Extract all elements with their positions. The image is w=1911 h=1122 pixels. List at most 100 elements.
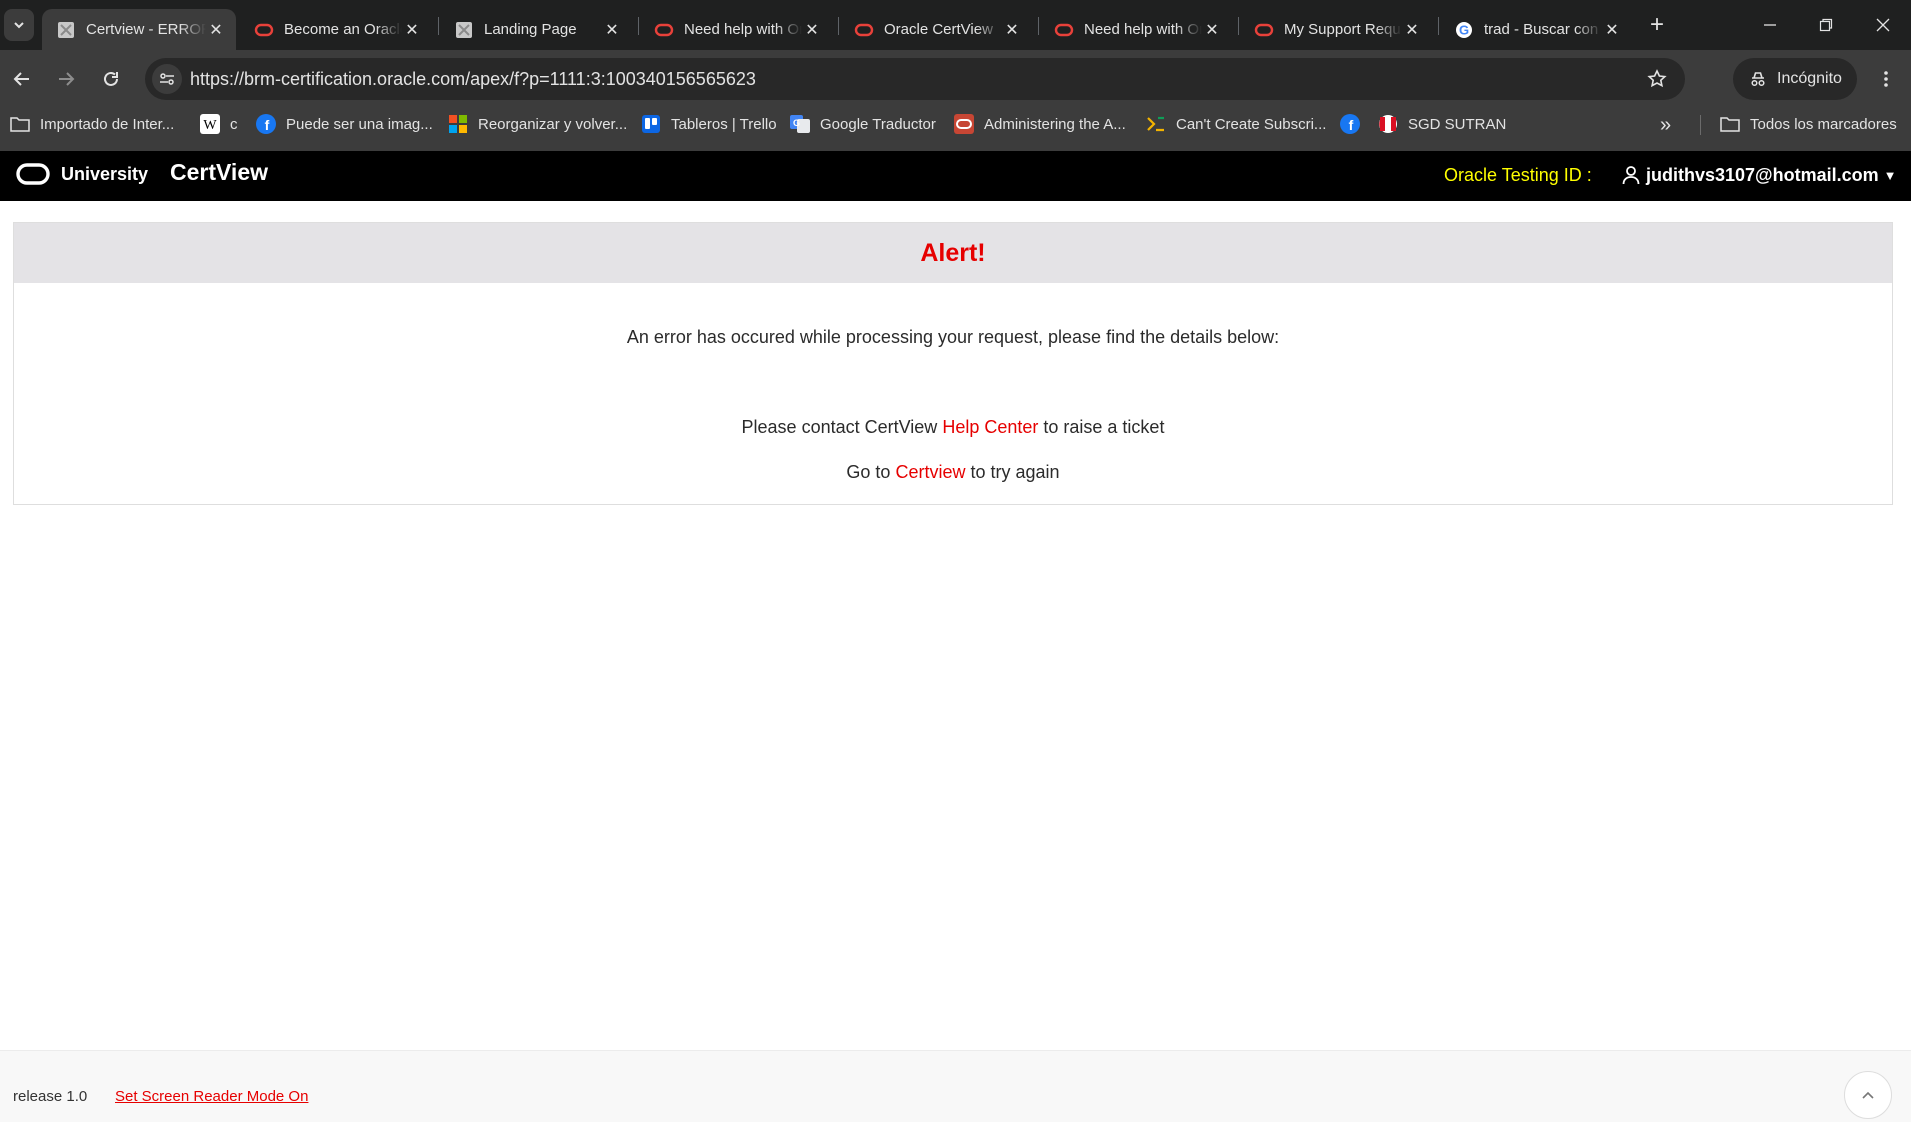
restore-button[interactable] [1798, 0, 1854, 50]
tab-need-help-1[interactable]: Need help with Oracle ✕ [640, 9, 832, 50]
all-bookmarks-folder[interactable]: Todos los marcadores [1720, 107, 1897, 141]
brand-name[interactable]: University [61, 164, 148, 185]
release-version: release 1.0 [13, 1088, 88, 1105]
incognito-icon [1751, 72, 1765, 87]
close-icon[interactable]: ✕ [402, 20, 422, 40]
contact-prefix: Please contact CertView [741, 417, 938, 437]
more-vertical-icon [1884, 71, 1888, 87]
oracle-icon [854, 20, 874, 40]
svg-text:f: f [265, 117, 270, 133]
page-footer: release 1.0 Set Screen Reader Mode On [0, 1050, 1911, 1122]
bookmark-google-traductor[interactable]: G Google Traductor [790, 107, 936, 141]
close-icon [1876, 18, 1890, 32]
site-settings-icon[interactable] [152, 64, 182, 94]
bookmark-label: Todos los marcadores [1750, 115, 1897, 133]
address-bar[interactable]: https://brm-certification.oracle.com/ape… [145, 58, 1685, 100]
svg-text:G: G [1459, 22, 1469, 37]
bookmark-label: Reorganizar y volver... [478, 115, 628, 133]
oracle-icon [254, 20, 274, 40]
bookmark-importado[interactable]: Importado de Inter... [10, 107, 174, 141]
window-close-button[interactable] [1855, 0, 1911, 50]
app-header: University CertView Oracle Testing ID : … [0, 151, 1911, 201]
close-icon[interactable]: ✕ [1202, 20, 1222, 40]
tab-separator [638, 17, 639, 35]
goto-line: Go to Certview to try again [14, 462, 1892, 483]
tab-oracle-certview[interactable]: Oracle CertView ✕ [840, 9, 1032, 50]
user-icon [1620, 164, 1642, 186]
bookmark-reorganizar[interactable]: Reorganizar y volver... [448, 107, 627, 141]
tab-title: Oracle CertView [884, 21, 993, 38]
facebook-icon: f [1340, 114, 1360, 134]
help-center-link[interactable]: Help Center [942, 417, 1038, 437]
tab-title: trad - Buscar con Google [1484, 21, 1602, 38]
svg-text:W: W [203, 118, 217, 133]
tab-support-requests[interactable]: My Support Requests ✕ [1240, 9, 1432, 50]
restore-icon [1819, 18, 1833, 32]
new-tab-button[interactable]: + [1644, 11, 1670, 38]
close-icon[interactable]: ✕ [1602, 20, 1622, 40]
app-title[interactable]: CertView [170, 159, 268, 186]
arrow-left-icon [13, 72, 29, 86]
bookmark-label: Puede ser una imag... [286, 115, 433, 133]
certview-link[interactable]: Certview [895, 462, 965, 482]
tab-search-button[interactable] [4, 9, 34, 41]
incognito-indicator[interactable]: Incógnito [1733, 58, 1857, 100]
close-icon[interactable]: ✕ [602, 20, 622, 40]
contact-suffix: to raise a ticket [1043, 417, 1165, 437]
bookmark-trello[interactable]: Tableros | Trello [641, 107, 777, 141]
generic-page-icon [454, 20, 474, 40]
bookmark-sgd-sutran[interactable]: SGD SUTRAN [1378, 107, 1506, 141]
bookmark-separator [1700, 115, 1701, 135]
oracle-logo-icon[interactable] [16, 162, 50, 186]
minimize-button[interactable] [1742, 0, 1798, 50]
bookmark-facebook-imagen[interactable]: f Puede ser una imag... [256, 107, 433, 141]
tab-google-search[interactable]: G trad - Buscar con Google ✕ [1440, 9, 1632, 50]
bookmark-wikipedia[interactable]: W c [200, 107, 238, 141]
user-menu[interactable]: judithvs3107@hotmail.com ▼ [1620, 164, 1897, 186]
bookmark-facebook[interactable]: f [1340, 107, 1370, 141]
browser-menu-button[interactable] [1870, 63, 1902, 95]
tab-title: Certview - ERROR [86, 21, 206, 38]
goto-suffix: to try again [970, 462, 1060, 482]
tab-certview-error[interactable]: Certview - ERROR ✕ [42, 9, 236, 50]
bookmark-star-icon[interactable] [1645, 67, 1669, 91]
facebook-icon: f [256, 114, 276, 134]
bookmark-cant-create[interactable]: Can't Create Subscri... [1146, 107, 1326, 141]
bookmark-label: Tableros | Trello [671, 115, 777, 133]
close-icon[interactable]: ✕ [1002, 20, 1022, 40]
user-email: judithvs3107@hotmail.com [1646, 164, 1879, 185]
tab-title: Need help with Oracle [1084, 21, 1202, 38]
more-bookmarks-chevron-icon[interactable]: » [1660, 114, 1671, 137]
close-icon[interactable]: ✕ [206, 20, 226, 40]
error-message: An error has occured while processing yo… [626, 327, 1280, 347]
reload-button[interactable] [95, 63, 127, 95]
close-icon[interactable]: ✕ [1402, 20, 1422, 40]
tab-need-help-2[interactable]: Need help with Oracle ✕ [1040, 9, 1232, 50]
folder-icon [1720, 114, 1740, 134]
tab-title: My Support Requests [1284, 21, 1402, 38]
alert-header: Alert! [14, 223, 1892, 283]
bookmark-administering[interactable]: Administering the A... [954, 107, 1126, 141]
close-icon[interactable]: ✕ [802, 20, 822, 40]
reload-icon [104, 71, 118, 86]
forward-button[interactable] [50, 63, 82, 95]
tab-become-oracle[interactable]: Become an Oracle ✕ [240, 9, 432, 50]
tab-landing-page[interactable]: Landing Page ✕ [440, 9, 632, 50]
bookmark-label: Google Traductor [820, 115, 936, 133]
google-icon: G [1454, 20, 1474, 40]
tab-separator [1438, 17, 1439, 35]
tab-title: Become an Oracle [284, 21, 402, 38]
back-button[interactable] [6, 63, 38, 95]
wikipedia-icon: W [200, 114, 220, 134]
alert-panel: Alert! An error has occured while proces… [13, 222, 1893, 505]
alert-title: Alert! [920, 238, 986, 267]
bookmark-label: SGD SUTRAN [1408, 115, 1507, 133]
folder-icon [10, 114, 30, 134]
tab-separator [438, 17, 439, 35]
globe-icon [1146, 114, 1166, 134]
scroll-to-top-button[interactable] [1844, 1071, 1892, 1119]
plus-icon: + [1649, 11, 1664, 38]
svg-text:f: f [1349, 117, 1354, 133]
screen-reader-mode-link[interactable]: Set Screen Reader Mode On [115, 1088, 308, 1105]
oracle-icon [954, 114, 974, 134]
